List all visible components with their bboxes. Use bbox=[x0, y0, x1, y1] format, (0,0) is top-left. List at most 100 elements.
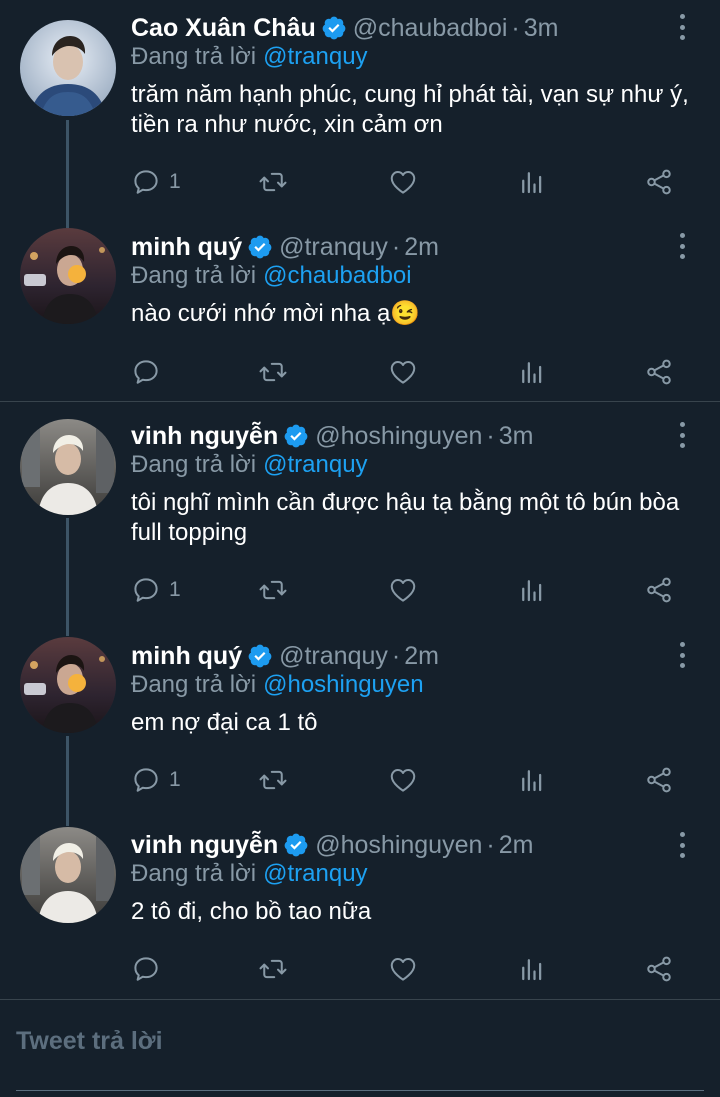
tweet-actions: 1 bbox=[131, 570, 691, 610]
avatar-quy-icon bbox=[20, 637, 116, 733]
analytics-button[interactable] bbox=[517, 949, 547, 989]
retweet-button[interactable] bbox=[258, 760, 288, 800]
tweet-text: em nợ đại ca 1 tô bbox=[131, 709, 318, 736]
tweet-text: nào cưới nhớ mời nha ạ😉 bbox=[131, 300, 421, 327]
reply-compose-input[interactable]: Tweet trả lời bbox=[16, 1027, 163, 1056]
user-handle[interactable]: @hoshinguyen bbox=[315, 831, 482, 860]
heart-icon bbox=[388, 357, 418, 387]
share-icon bbox=[644, 167, 674, 197]
timestamp[interactable]: 2m bbox=[404, 642, 439, 671]
separator-dot: · bbox=[486, 421, 495, 450]
analytics-button[interactable] bbox=[517, 760, 547, 800]
retweet-button[interactable] bbox=[258, 352, 288, 392]
analytics-button[interactable] bbox=[517, 570, 547, 610]
retweet-icon bbox=[258, 357, 288, 387]
tweet-content: Cao Xuân Châu @chaubadboi · 3m Đang trả … bbox=[131, 12, 700, 140]
reply-count: 1 bbox=[169, 768, 181, 791]
share-button[interactable] bbox=[644, 352, 674, 392]
thread-line bbox=[66, 736, 69, 826]
avatar[interactable] bbox=[20, 20, 116, 116]
heart-icon bbox=[388, 765, 418, 795]
verified-badge-icon bbox=[283, 423, 309, 449]
more-options-icon[interactable] bbox=[678, 422, 686, 448]
display-name[interactable]: vinh nguyễn bbox=[131, 831, 278, 860]
user-handle[interactable]: @chaubadboi bbox=[353, 14, 508, 43]
timestamp[interactable]: 2m bbox=[404, 233, 439, 262]
avatar-quy-icon bbox=[20, 228, 116, 324]
retweet-icon bbox=[258, 954, 288, 984]
timestamp[interactable]: 2m bbox=[499, 831, 534, 860]
retweet-icon bbox=[258, 575, 288, 605]
reply-count: 1 bbox=[169, 578, 181, 601]
tweet-actions: 1 bbox=[131, 162, 691, 202]
heart-icon bbox=[388, 575, 418, 605]
tweet-actions bbox=[131, 949, 691, 989]
like-button[interactable] bbox=[388, 949, 418, 989]
reply-to-mention[interactable]: @hoshinguyen bbox=[263, 671, 423, 699]
avatar[interactable] bbox=[20, 637, 116, 733]
like-button[interactable] bbox=[388, 760, 418, 800]
separator-dot: · bbox=[486, 830, 495, 859]
display-name[interactable]: minh quý bbox=[131, 642, 242, 671]
reply-to-mention[interactable]: @chaubadboi bbox=[263, 262, 411, 290]
like-button[interactable] bbox=[388, 352, 418, 392]
more-options-icon[interactable] bbox=[678, 642, 686, 668]
avatar[interactable] bbox=[20, 228, 116, 324]
analytics-icon bbox=[517, 167, 547, 197]
more-options-icon[interactable] bbox=[678, 14, 686, 40]
compose-underline bbox=[16, 1090, 704, 1091]
reply-button[interactable]: 1 bbox=[131, 570, 181, 610]
replying-label: Đang trả lời bbox=[131, 671, 257, 698]
analytics-button[interactable] bbox=[517, 352, 547, 392]
avatar[interactable] bbox=[20, 827, 116, 923]
more-options-icon[interactable] bbox=[678, 233, 686, 259]
like-button[interactable] bbox=[388, 162, 418, 202]
user-handle[interactable]: @tranquy bbox=[279, 642, 388, 671]
reply-icon bbox=[131, 954, 161, 984]
reply-to-mention[interactable]: @tranquy bbox=[263, 860, 367, 888]
share-icon bbox=[644, 954, 674, 984]
share-button[interactable] bbox=[644, 570, 674, 610]
display-name[interactable]: minh quý bbox=[131, 233, 242, 262]
verified-badge-icon bbox=[247, 234, 273, 260]
reply-button[interactable] bbox=[131, 352, 169, 392]
separator-dot: · bbox=[511, 13, 520, 42]
separator-dot: · bbox=[391, 641, 401, 670]
reply-count: 1 bbox=[169, 170, 181, 193]
reply-button[interactable]: 1 bbox=[131, 162, 181, 202]
tweet-text: tôi nghĩ mình cần được hậu tạ bằng một t… bbox=[131, 489, 680, 546]
avatar-vinh-icon bbox=[20, 419, 116, 515]
retweet-button[interactable] bbox=[258, 949, 288, 989]
analytics-button[interactable] bbox=[517, 162, 547, 202]
timestamp[interactable]: 3m bbox=[524, 14, 559, 43]
share-button[interactable] bbox=[644, 760, 674, 800]
tweet-content: minh quý @tranquy · 2m Đang trả lời @cha… bbox=[131, 231, 700, 329]
display-name[interactable]: Cao Xuân Châu bbox=[131, 14, 316, 43]
share-icon bbox=[644, 575, 674, 605]
user-handle[interactable]: @tranquy bbox=[279, 233, 388, 262]
tweet-text: trăm năm hạnh phúc, cung hỉ phát tài, vạ… bbox=[131, 81, 689, 138]
retweet-icon bbox=[258, 765, 288, 795]
retweet-button[interactable] bbox=[258, 162, 288, 202]
reply-button[interactable]: 1 bbox=[131, 760, 181, 800]
replying-label: Đang trả lời bbox=[131, 262, 257, 289]
like-button[interactable] bbox=[388, 570, 418, 610]
display-name[interactable]: vinh nguyễn bbox=[131, 422, 278, 451]
timestamp[interactable]: 3m bbox=[499, 422, 534, 451]
retweet-button[interactable] bbox=[258, 570, 288, 610]
reply-icon bbox=[131, 765, 161, 795]
reply-icon bbox=[131, 575, 161, 605]
share-icon bbox=[644, 357, 674, 387]
share-button[interactable] bbox=[644, 162, 674, 202]
replying-label: Đang trả lời bbox=[131, 43, 257, 70]
tweet-actions: 1 bbox=[131, 760, 691, 800]
reply-to-mention[interactable]: @tranquy bbox=[263, 451, 367, 479]
analytics-icon bbox=[517, 575, 547, 605]
avatar[interactable] bbox=[20, 419, 116, 515]
reply-to-mention[interactable]: @tranquy bbox=[263, 43, 367, 71]
more-options-icon[interactable] bbox=[678, 832, 686, 858]
thread-line bbox=[66, 518, 69, 636]
share-button[interactable] bbox=[644, 949, 674, 989]
user-handle[interactable]: @hoshinguyen bbox=[315, 422, 482, 451]
reply-button[interactable] bbox=[131, 949, 169, 989]
